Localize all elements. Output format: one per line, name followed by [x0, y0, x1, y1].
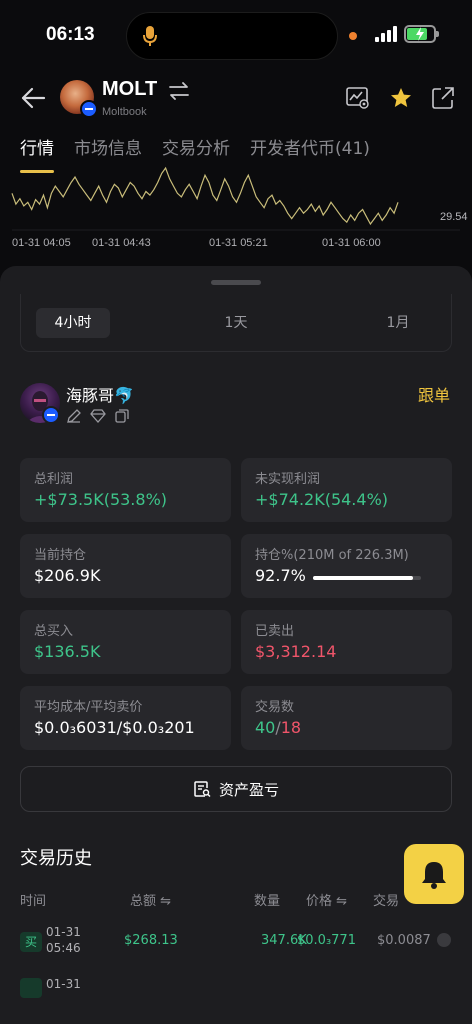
stat-avg-cost: 平均成本/平均卖价 $0.0₃6031/$0.0₃201 [20, 686, 231, 750]
chart-x-tick: 01-31 04:05 [12, 237, 71, 249]
stat-value: 40/18 [255, 718, 302, 737]
chart-x-tick: 01-31 05:21 [209, 237, 268, 249]
share-icon[interactable] [431, 86, 455, 110]
verified-badge-icon [80, 100, 98, 118]
row-price: $0.0₃771 [297, 933, 356, 948]
copy-trade-button[interactable]: 跟单 [418, 382, 450, 406]
verified-badge-icon [42, 406, 60, 424]
stat-total-profit: 总利润 +$73.5K(53.8%) [20, 458, 231, 522]
col-amount[interactable]: 总额 ⇋ [130, 890, 171, 909]
token-avatar [60, 80, 98, 118]
copy-icon[interactable] [114, 408, 130, 424]
stat-holding-percent: 持仓%(210M of 226.3M) 92.7% [241, 534, 452, 598]
sort-swap-icon: ⇋ [160, 894, 172, 909]
star-icon[interactable] [389, 86, 413, 110]
price-series-line [11, 166, 399, 226]
stat-current-holding: 当前持仓 $206.9K [20, 534, 231, 598]
sell-count: 18 [280, 718, 302, 737]
back-arrow-icon[interactable] [20, 86, 46, 110]
diamond-icon [90, 409, 106, 423]
col-trade: 交易 [373, 894, 400, 909]
trader-tag-icons [66, 408, 130, 424]
asset-pnl-label: 资产盈亏 [218, 780, 279, 799]
stat-label: 平均成本/平均卖价 [34, 700, 143, 715]
stat-label: 总买入 [34, 624, 74, 639]
stat-value: +$74.2K(54.4%) [255, 490, 389, 509]
price-alert-button[interactable] [404, 844, 464, 904]
sort-swap-icon: ⇋ [336, 894, 348, 909]
bell-icon [422, 862, 446, 889]
row-trade-value: $0.0087 [377, 933, 431, 948]
col-quantity: 数量 [254, 894, 281, 909]
col-price[interactable]: 价格 ⇋ [306, 890, 347, 909]
row-date: 01-31 [46, 925, 81, 939]
range-4h-button[interactable]: 4小时 [36, 308, 110, 338]
stat-sold: 已卖出 $3,312.14 [241, 610, 452, 674]
chart-x-tick: 01-31 04:43 [92, 237, 151, 249]
range-1m-button[interactable]: 1月 [368, 308, 428, 338]
col-time: 时间 [20, 894, 47, 909]
asset-pnl-button[interactable]: 资产盈亏 [20, 766, 452, 812]
report-search-icon [194, 781, 211, 797]
token-subtitle: Moltbook [102, 106, 147, 118]
buy-count: 40 [255, 718, 276, 737]
trader-detail-sheet: 4小时 1天 1月 海豚哥🐬 跟单 总利润 +$73.5K(53.8%) 未实现… [0, 266, 472, 1024]
stat-value: $3,312.14 [255, 642, 337, 661]
swap-icon[interactable] [168, 82, 190, 100]
battery-icon [404, 25, 439, 43]
stat-unrealized-profit: 未实现利润 +$74.2K(54.4%) [241, 458, 452, 522]
stat-label: 当前持仓 [34, 548, 87, 563]
chart-last-price-label: 29.54 [440, 211, 468, 223]
table-row[interactable]: 买 01-31 05:46 $268.13 347.6K $0.0₃771 $0… [0, 922, 472, 966]
dynamic-island [126, 12, 338, 60]
row-amount: $268.13 [124, 933, 178, 948]
holding-progress-fill [313, 576, 414, 580]
stat-label: 交易数 [255, 700, 295, 715]
status-bar: 06:13 [0, 0, 472, 70]
stat-value: $0.0₃6031/$0.0₃201 [34, 718, 195, 737]
stat-total-buy: 总买入 $136.5K [20, 610, 231, 674]
stat-value: $206.9K [34, 566, 101, 585]
stat-value: +$73.5K(53.8%) [34, 490, 168, 509]
stat-label: 总利润 [34, 472, 74, 487]
stat-label: 未实现利润 [255, 472, 321, 487]
stat-trade-count: 交易数 40/18 [241, 686, 452, 750]
buy-side-tag [20, 978, 42, 998]
token-header: MOLT Moltbook [0, 70, 472, 126]
trade-history-title: 交易历史 [20, 848, 92, 869]
stat-label: 持仓%(210M of 226.3M) [255, 548, 409, 563]
chart-x-tick: 01-31 06:00 [322, 237, 381, 249]
chart-watch-icon[interactable] [346, 86, 370, 110]
microphone-icon [143, 26, 157, 46]
token-name: MOLT [102, 78, 158, 100]
external-link-icon[interactable] [437, 933, 451, 947]
holding-progress-bar [313, 576, 421, 580]
stat-value: 92.7% [255, 566, 306, 585]
row-clock: 05:46 [46, 941, 81, 955]
sheet-drag-handle[interactable] [211, 280, 261, 285]
signal-icon [375, 26, 397, 42]
status-time: 06:13 [46, 24, 95, 45]
trader-name: 海豚哥🐬 [66, 386, 134, 405]
stat-value: $136.5K [34, 642, 101, 661]
row-date: 01-31 [46, 977, 81, 991]
table-row[interactable]: 01-31 [0, 974, 472, 1004]
buy-side-tag: 买 [20, 932, 42, 952]
edit-icon[interactable] [66, 408, 82, 424]
stat-label: 已卖出 [255, 624, 295, 639]
recording-dot-icon [349, 32, 357, 40]
range-1d-button[interactable]: 1天 [206, 308, 266, 338]
